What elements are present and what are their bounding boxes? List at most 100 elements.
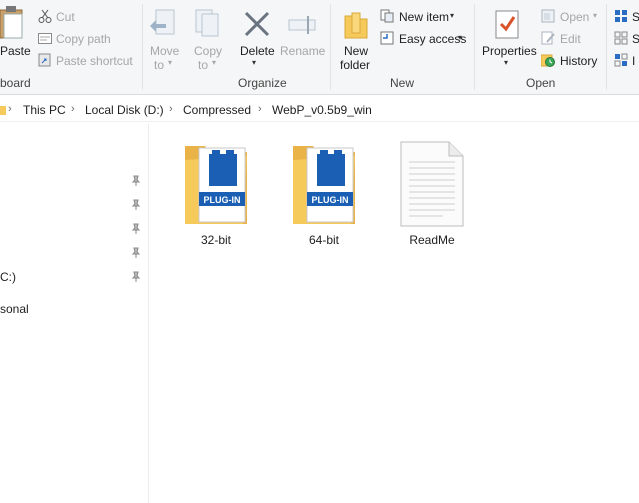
file-item-document[interactable]: ReadMe — [387, 136, 477, 256]
move-to-label: Move — [150, 44, 180, 58]
rename-icon — [288, 16, 316, 34]
breadcrumb-separator-icon[interactable]: › — [8, 103, 12, 115]
address-bar[interactable]: › This PC › Local Disk (D:) › Compressed… — [0, 99, 639, 122]
chevron-down-icon: ▾ — [593, 11, 598, 20]
chevron-down-icon: ▾ — [458, 33, 463, 42]
history-button[interactable]: History — [541, 53, 601, 69]
select-none-button[interactable]: S — [614, 31, 639, 47]
folder-location-icon — [0, 106, 6, 115]
open-icon — [541, 9, 555, 23]
new-folder-icon — [344, 12, 368, 39]
navigation-pane[interactable]: C:) sonal — [0, 124, 149, 503]
breadcrumb-separator-icon[interactable]: › — [258, 103, 262, 115]
pin-icon[interactable] — [130, 271, 142, 283]
plugin-badge-text: PLUG-IN — [312, 195, 349, 205]
pin-icon[interactable] — [130, 223, 142, 235]
copy-to-button[interactable]: Copy to ▾ — [190, 8, 226, 72]
plugin-folder-icon: PLUG-IN — [185, 146, 247, 224]
open-label: Open — [560, 10, 590, 24]
properties-label: Properties — [482, 44, 537, 58]
new-folder-label: New — [344, 44, 369, 58]
invert-selection-icon — [614, 53, 628, 67]
easy-access-label: Easy access — [399, 32, 467, 46]
divider — [606, 4, 607, 90]
select-all-icon — [615, 10, 627, 22]
pin-icon[interactable] — [130, 247, 142, 259]
breadcrumb-this-pc[interactable]: This PC — [23, 103, 66, 117]
edit-button[interactable]: Edit — [541, 31, 591, 47]
chevron-down-icon: ▾ — [450, 11, 455, 20]
breadcrumb-separator-icon[interactable]: › — [71, 103, 75, 115]
copy-to-label-2: to — [198, 58, 209, 72]
new-group-label: New — [390, 76, 415, 90]
paste-shortcut-label: Paste shortcut — [56, 54, 133, 68]
organize-group-label: Organize — [238, 76, 287, 90]
file-item-folder[interactable]: PLUG-IN 64-bit — [279, 136, 369, 256]
file-name[interactable]: ReadMe — [387, 233, 477, 247]
scissors-icon — [38, 9, 52, 23]
delete-button[interactable]: Delete ▾ — [238, 8, 276, 70]
breadcrumb-compressed[interactable]: Compressed — [183, 103, 251, 117]
paste-button[interactable]: Paste — [0, 6, 31, 68]
paste-icon — [0, 6, 23, 39]
paste-label: Paste — [0, 44, 31, 58]
divider — [474, 4, 475, 90]
delete-x-icon — [244, 11, 270, 37]
history-icon — [541, 54, 555, 67]
properties-icon — [495, 10, 519, 39]
move-to-icon — [150, 9, 175, 35]
file-view[interactable]: PLUG-IN 32-bit PLUG-IN 64-bit ReadMe — [149, 124, 639, 503]
new-item-icon — [380, 9, 394, 23]
new-folder-label-2: folder — [340, 58, 371, 72]
easy-access-button[interactable]: Easy access ▾ — [380, 31, 472, 47]
cut-button[interactable]: Cut — [38, 9, 98, 25]
edit-label: Edit — [560, 32, 581, 46]
move-to-button[interactable]: Move to ▾ — [146, 8, 182, 72]
file-name[interactable]: 32-bit — [171, 233, 261, 247]
copy-path-icon — [38, 33, 52, 44]
breadcrumb-local-disk[interactable]: Local Disk (D:) — [85, 103, 164, 117]
copy-path-label: Copy path — [56, 32, 111, 46]
plugin-folder-icon: PLUG-IN — [293, 146, 355, 224]
nav-item-drive-c[interactable]: C:) — [0, 270, 16, 284]
file-name[interactable]: 64-bit — [279, 233, 369, 247]
chevron-down-icon: ▾ — [504, 58, 509, 67]
paste-shortcut-button[interactable]: Paste shortcut — [38, 53, 134, 69]
move-to-label-2: to — [154, 58, 165, 72]
delete-label: Delete — [240, 44, 275, 58]
select-none-icon — [614, 31, 628, 45]
invert-selection-label: I — [632, 54, 636, 68]
breadcrumb-separator-icon[interactable]: › — [169, 103, 173, 115]
new-item-button[interactable]: New item ▾ — [380, 9, 464, 25]
file-item-folder[interactable]: PLUG-IN 32-bit — [171, 136, 261, 256]
new-item-label: New item — [399, 10, 450, 24]
divider — [142, 4, 143, 90]
new-folder-button[interactable]: New folder — [336, 8, 376, 72]
chevron-down-icon: ▾ — [252, 58, 257, 67]
text-document-icon — [400, 141, 464, 227]
invert-selection-button[interactable]: I — [614, 53, 639, 69]
ribbon: Paste Cut Copy path Paste shortcut board — [0, 0, 639, 95]
select-all-label: S — [632, 10, 639, 24]
copy-path-button[interactable]: Copy path — [38, 31, 118, 47]
paste-shortcut-icon — [38, 53, 51, 67]
clipboard-group-label: board — [0, 76, 31, 90]
copy-to-label: Copy — [194, 44, 223, 58]
rename-label: Rename — [280, 44, 326, 58]
chevron-down-icon: ▾ — [168, 58, 173, 67]
pin-icon[interactable] — [130, 175, 142, 187]
copy-to-icon — [195, 9, 219, 37]
cut-label: Cut — [56, 10, 75, 24]
nav-item-personal[interactable]: sonal — [0, 302, 29, 316]
breadcrumb-current-folder[interactable]: WebP_v0.5b9_win — [272, 103, 372, 117]
rename-button[interactable]: Rename — [280, 8, 326, 70]
open-button[interactable]: Open ▾ — [541, 9, 601, 25]
history-label: History — [560, 54, 598, 68]
easy-access-icon — [380, 31, 394, 45]
pin-icon[interactable] — [130, 199, 142, 211]
properties-button[interactable]: Properties ▾ — [480, 8, 537, 72]
chevron-down-icon: ▾ — [212, 58, 217, 67]
divider — [330, 4, 331, 90]
open-group-label: Open — [526, 76, 556, 90]
select-all-button[interactable]: S — [614, 9, 639, 25]
